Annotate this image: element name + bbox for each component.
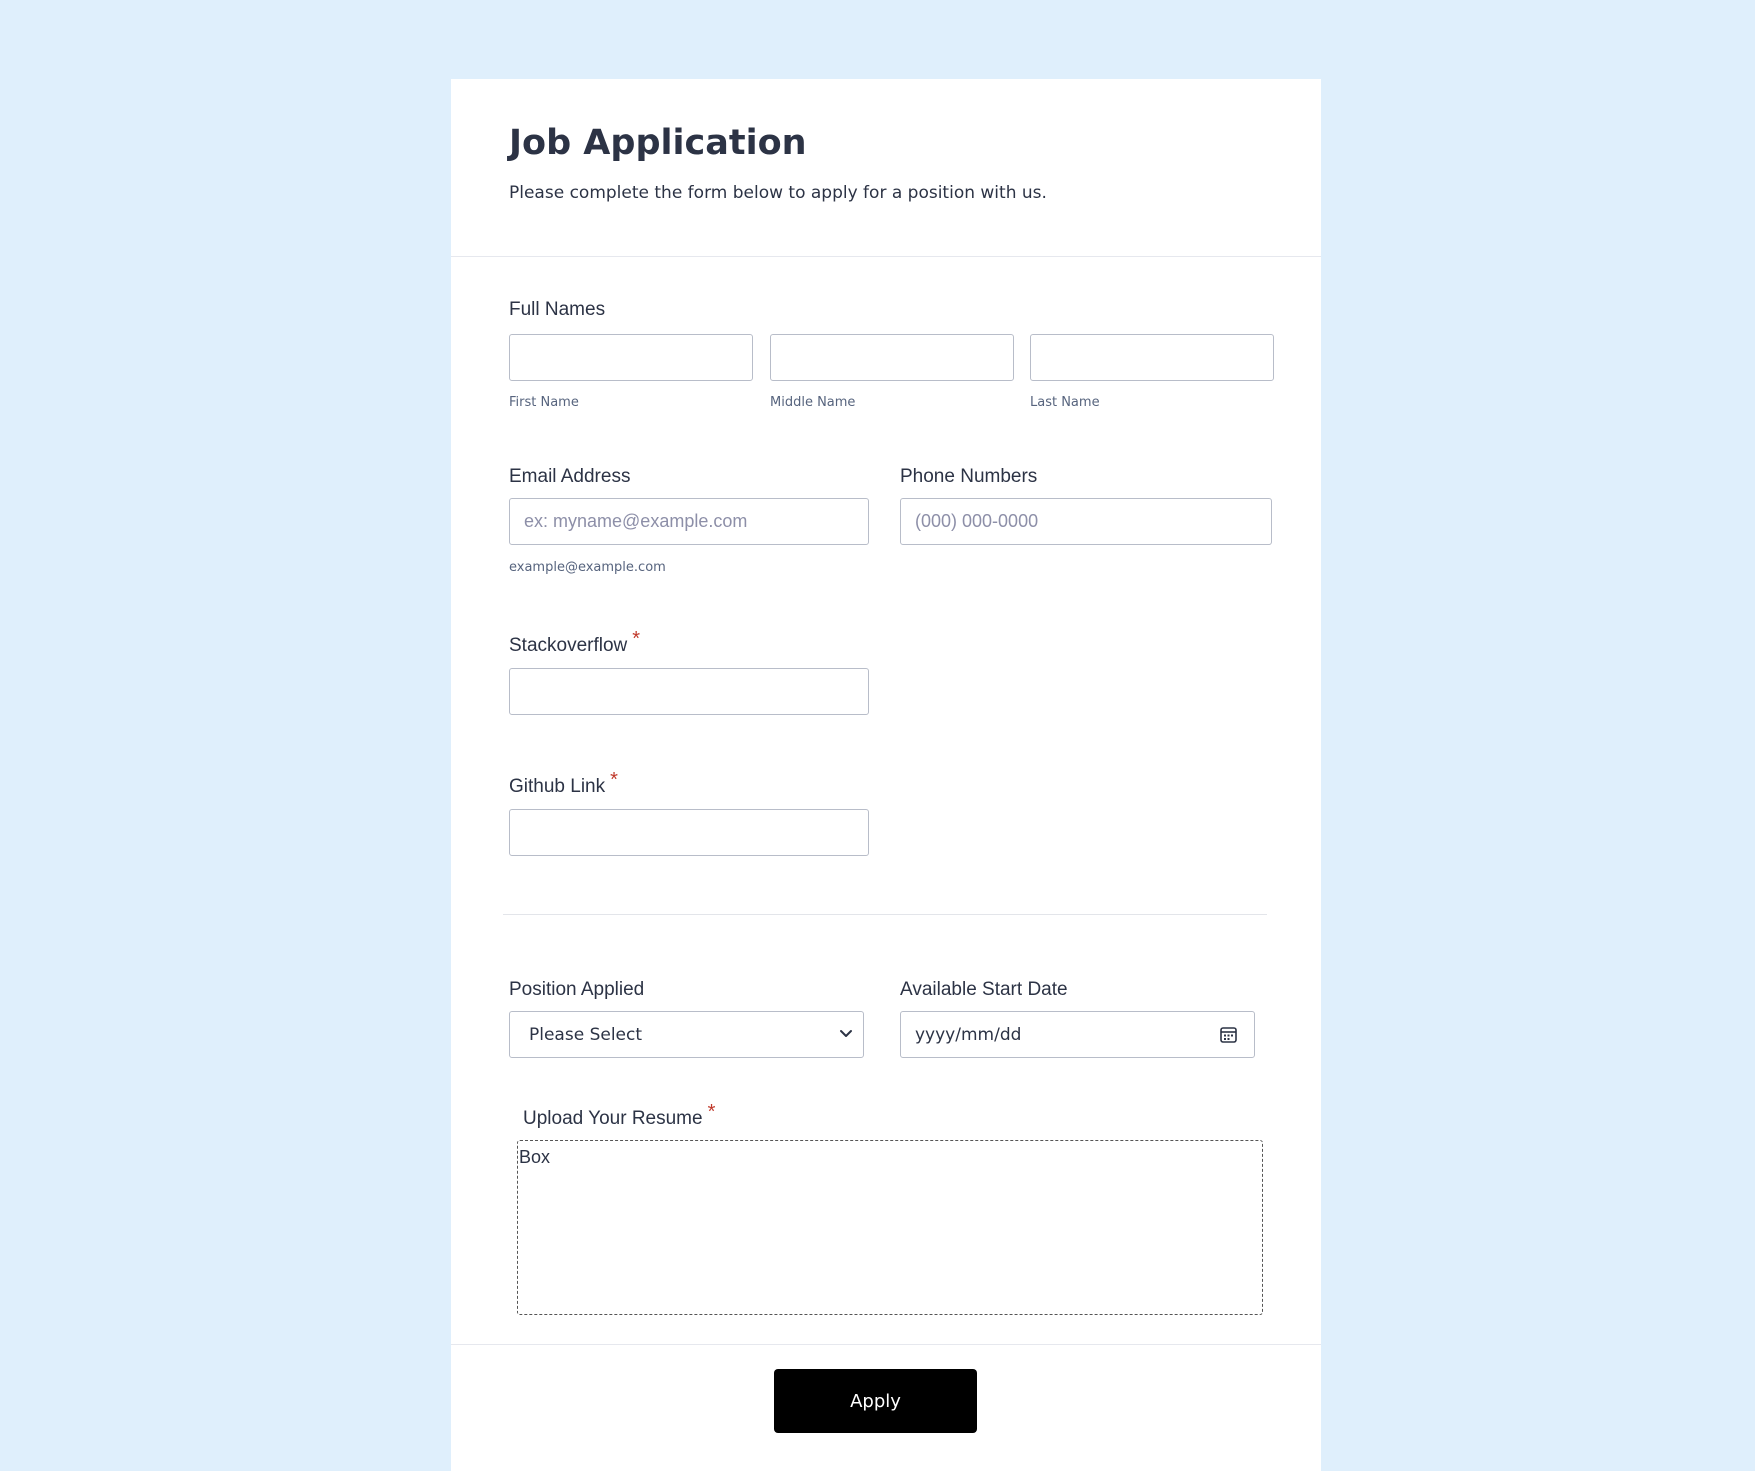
first-name-sublabel: First Name [509, 395, 579, 410]
page-title: Job Application [509, 123, 807, 163]
required-mark: * [632, 628, 641, 650]
page-subtitle: Please complete the form below to apply … [509, 183, 1047, 203]
phone-label: Phone Numbers [900, 466, 1038, 487]
position-selected-value: Please Select [529, 1025, 643, 1045]
form-header: Job Application Please complete the form… [451, 79, 1321, 257]
form-card: Job Application Please complete the form… [451, 79, 1321, 1471]
start-date-label: Available Start Date [900, 979, 1068, 1000]
email-field[interactable] [509, 498, 869, 545]
last-name-sublabel: Last Name [1030, 395, 1100, 410]
start-date-input[interactable]: yyyy/mm/dd [900, 1011, 1255, 1058]
full-names-label: Full Names [509, 299, 606, 320]
github-label-text: Github Link [509, 776, 606, 797]
start-date-placeholder: yyyy/mm/dd [915, 1025, 1022, 1045]
chevron-down-icon [840, 1030, 852, 1037]
resume-upload-box[interactable]: Box [517, 1140, 1263, 1315]
calendar-icon[interactable] [1219, 1025, 1238, 1044]
first-name-input[interactable] [509, 334, 753, 381]
github-input[interactable] [509, 809, 869, 856]
phone-field[interactable] [900, 498, 1272, 545]
stackoverflow-input[interactable] [509, 668, 869, 715]
apply-button[interactable]: Apply [774, 1369, 977, 1433]
position-select[interactable]: Please Select [509, 1011, 864, 1058]
position-label: Position Applied [509, 979, 645, 1000]
github-label: Github Link * [509, 769, 618, 798]
resume-label: Upload Your Resume * [523, 1101, 715, 1130]
stackoverflow-label-text: Stackoverflow [509, 635, 628, 656]
email-sublabel: example@example.com [509, 560, 666, 575]
upload-box-text: Box [519, 1147, 551, 1167]
email-label: Email Address [509, 466, 631, 487]
section-divider [503, 914, 1267, 915]
resume-label-text: Upload Your Resume [523, 1108, 703, 1129]
middle-name-input[interactable] [770, 334, 1014, 381]
middle-name-sublabel: Middle Name [770, 395, 856, 410]
required-mark: * [707, 1101, 716, 1123]
last-name-input[interactable] [1030, 334, 1274, 381]
required-mark: * [610, 769, 618, 791]
stackoverflow-label: Stackoverflow * [509, 628, 640, 657]
footer-divider [451, 1344, 1321, 1345]
